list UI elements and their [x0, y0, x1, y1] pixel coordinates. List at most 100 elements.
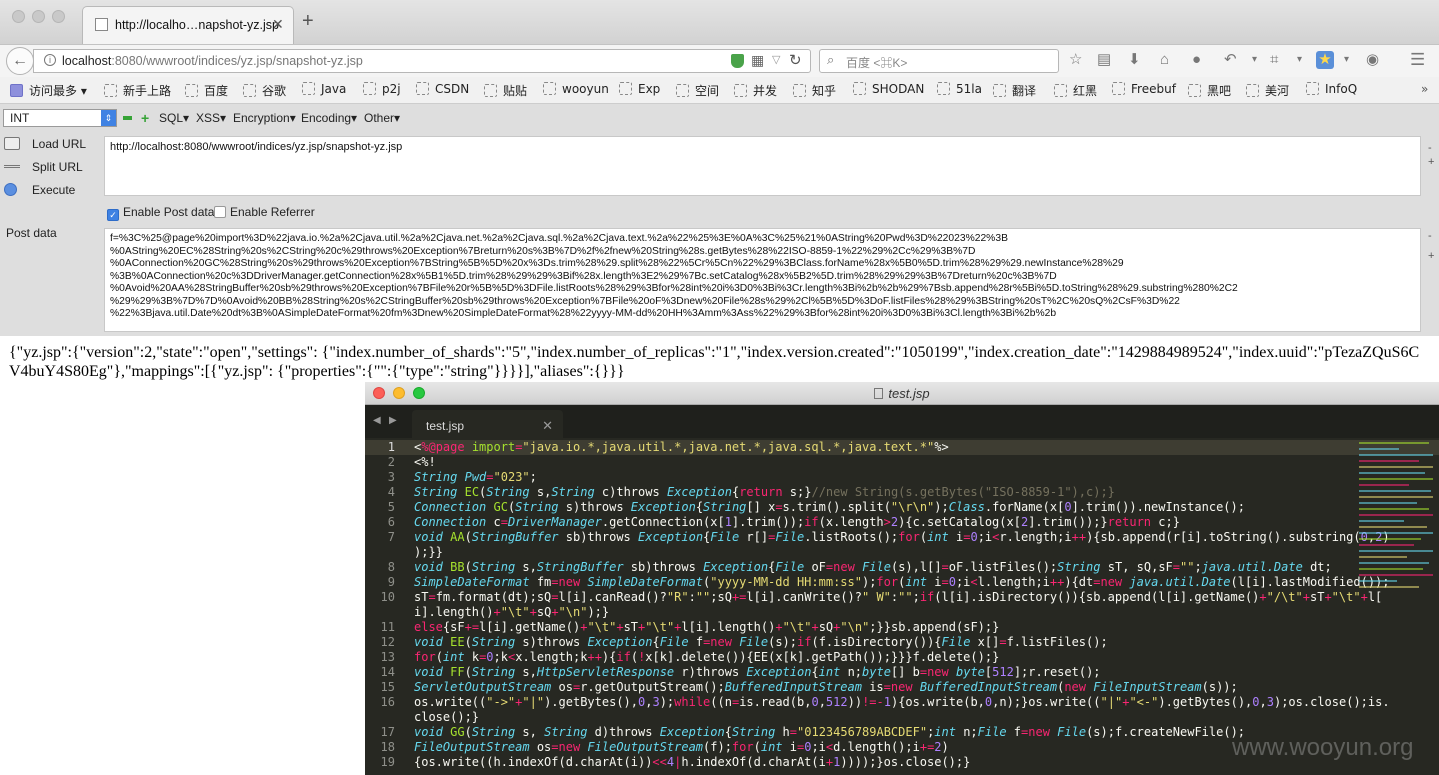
bookmark-item[interactable]: 美河	[1246, 82, 1289, 99]
crop-dropdown-icon[interactable]: ▾	[1297, 51, 1302, 69]
post-data-textarea[interactable]: f=%3C%25@page%20import%3D%22java.io.%2a%…	[104, 228, 1421, 332]
bookmark-item[interactable]: Freebuf	[1112, 82, 1176, 96]
execute-button[interactable]: Execute	[4, 183, 75, 197]
bookmark-item[interactable]: CSDN	[416, 82, 469, 96]
bookmark-star-icon[interactable]: ☆	[1069, 51, 1082, 69]
line-number: 16	[380, 695, 395, 709]
code-line: i].length()+"\t"+sQ+"\n");}	[414, 605, 610, 619]
minimap[interactable]	[1359, 440, 1437, 600]
menu-icon[interactable]: ☰	[1410, 51, 1425, 69]
menu-other[interactable]: Other▾	[364, 111, 400, 125]
bookmark-item[interactable]: InfoQ	[1306, 82, 1357, 96]
bookmarks-bar: 访问最多 ▾ 新手上路 百度 谷歌 Java p2j CSDN 贴贴 wooyu…	[0, 77, 1439, 104]
bookmark-item[interactable]: wooyun	[543, 82, 609, 96]
collapse-icon[interactable]: -	[1428, 142, 1432, 154]
bookmark-item[interactable]: 空间	[676, 82, 719, 99]
menu-sql[interactable]: SQL▾	[159, 111, 189, 125]
download-icon[interactable]: ⬇	[1128, 51, 1141, 69]
undo-icon[interactable]: ↶	[1224, 51, 1237, 69]
navigation-bar: i localhost:8080/wwwroot/indices/yz.jsp/…	[0, 44, 1439, 77]
home-icon[interactable]: ⌂	[1160, 51, 1169, 69]
bookmark-item[interactable]: SHODAN	[853, 82, 924, 96]
split-url-button[interactable]: Split URL	[4, 160, 83, 174]
tab-prev-icon[interactable]: ◀	[373, 415, 381, 426]
enable-referrer-checkbox[interactable]: Enable Referrer	[214, 205, 315, 219]
code-line: os.write(("->"+"|").getBytes(),0,3);whil…	[414, 695, 1390, 709]
back-button[interactable]: ←	[6, 47, 34, 75]
code-line: sT=fm.format(dt);sQ=l[i].canRead()?"R":"…	[414, 590, 1383, 604]
bookmark-item[interactable]: 谷歌	[243, 82, 286, 99]
code-line: else{sF+=l[i].getName()+"\t"+sT+"\t"+l[i…	[414, 620, 1000, 634]
editor-tabbar: ◀ ▶ test.jsp ✕	[365, 405, 1439, 438]
line-number: 18	[380, 740, 395, 754]
code-line: String EC(String s,String c)throws Excep…	[414, 485, 1115, 499]
code-line: void EE(String s)throws Exception{File f…	[414, 635, 1108, 649]
bookmark-item[interactable]: 知乎	[793, 82, 836, 99]
minus-icon[interactable]	[123, 116, 132, 120]
post-expand-icon[interactable]: +	[1428, 250, 1434, 262]
bookmark-item[interactable]: 访问最多 ▾	[10, 82, 87, 99]
close-tab-icon[interactable]: ✕	[542, 418, 553, 434]
enable-post-checkbox[interactable]: ✓ Enable Post data	[107, 205, 214, 221]
line-number: 3	[387, 470, 395, 484]
undo-dropdown-icon[interactable]: ▾	[1252, 51, 1257, 69]
checkmark-icon: ✓	[107, 209, 119, 221]
extension-dropdown-icon[interactable]: ▾	[1344, 51, 1349, 69]
bookmark-item[interactable]: 51la	[937, 82, 982, 96]
load-url-icon	[4, 137, 20, 150]
tab-next-icon[interactable]: ▶	[389, 415, 397, 426]
account-icon[interactable]: ◉	[1366, 51, 1379, 69]
plus-icon[interactable]: +	[141, 110, 149, 126]
post-collapse-icon[interactable]: -	[1428, 230, 1432, 242]
bookmark-item[interactable]: Exp	[619, 82, 660, 96]
browser-tab[interactable]: http://localho…napshot-yz.jsp ✕	[82, 6, 294, 44]
expand-icon[interactable]: +	[1428, 156, 1434, 168]
info-icon[interactable]: i	[44, 54, 56, 66]
type-select[interactable]: INT ⇕	[3, 109, 117, 127]
minimize-window-button[interactable]	[32, 10, 45, 23]
line-number: 2	[387, 455, 395, 469]
bookmark-item[interactable]: p2j	[363, 82, 401, 96]
code-line: <%@page import="java.io.*,java.util.*,ja…	[414, 440, 949, 454]
editor-tab[interactable]: test.jsp ✕	[412, 410, 563, 438]
chevron-right-icon[interactable]: »	[1421, 82, 1428, 96]
load-url-button[interactable]: Load URL	[4, 137, 86, 151]
url-textarea[interactable]: http://localhost:8080/wwwroot/indices/yz…	[104, 136, 1421, 196]
search-placeholder: 百度 <⌘K>	[846, 56, 908, 70]
qr-code-icon[interactable]: ▦	[751, 52, 764, 69]
post-data-label: Post data	[6, 226, 57, 240]
line-number: 1	[387, 440, 395, 454]
reading-list-icon[interactable]: ▤	[1097, 51, 1111, 69]
code-line: for(int k=0;k<x.length;k++){if(!x[k].del…	[414, 650, 1000, 664]
menu-encoding[interactable]: Encoding▾	[301, 111, 357, 125]
bookmark-item[interactable]: 黑吧	[1188, 82, 1231, 99]
code-line: Connection GC(String s)throws Exception{…	[414, 500, 1245, 514]
bookmark-item[interactable]: 并发	[734, 82, 777, 99]
code-line: void FF(String s,HttpServletResponse r)t…	[414, 665, 1101, 679]
crop-icon[interactable]: ⌗	[1270, 51, 1278, 69]
shield-icon[interactable]	[731, 54, 744, 68]
close-window-button[interactable]	[12, 10, 25, 23]
line-number: 5	[387, 500, 395, 514]
tab-title: http://localho…napshot-yz.jsp	[115, 18, 279, 32]
bookmark-item[interactable]: 新手上路	[104, 82, 171, 99]
bookmark-item[interactable]: 百度	[185, 82, 228, 99]
bookmark-item[interactable]: Java	[302, 82, 346, 96]
url-bar[interactable]: i localhost:8080/wwwroot/indices/yz.jsp/…	[33, 49, 811, 73]
select-arrows-icon: ⇕	[101, 110, 116, 126]
page-icon	[95, 18, 108, 31]
menu-encryption[interactable]: Encryption▾	[233, 111, 296, 125]
extension-star-icon[interactable]: ★	[1316, 51, 1334, 69]
new-tab-button[interactable]: +	[302, 11, 314, 31]
line-number: 9	[387, 575, 395, 589]
chat-icon[interactable]: ●	[1192, 51, 1201, 69]
bookmark-item[interactable]: 贴贴	[484, 82, 527, 99]
bookmark-item[interactable]: 翻译	[993, 82, 1036, 99]
bookmark-item[interactable]: 红黑	[1054, 82, 1097, 99]
maximize-window-button[interactable]	[52, 10, 65, 23]
reload-icon[interactable]: ↻	[789, 51, 802, 69]
search-input[interactable]: ⌕ 百度 <⌘K>	[819, 49, 1059, 73]
close-tab-icon[interactable]: ✕	[272, 16, 284, 33]
menu-xss[interactable]: XSS▾	[196, 111, 226, 125]
dropdown-icon[interactable]: ▽	[772, 53, 780, 66]
